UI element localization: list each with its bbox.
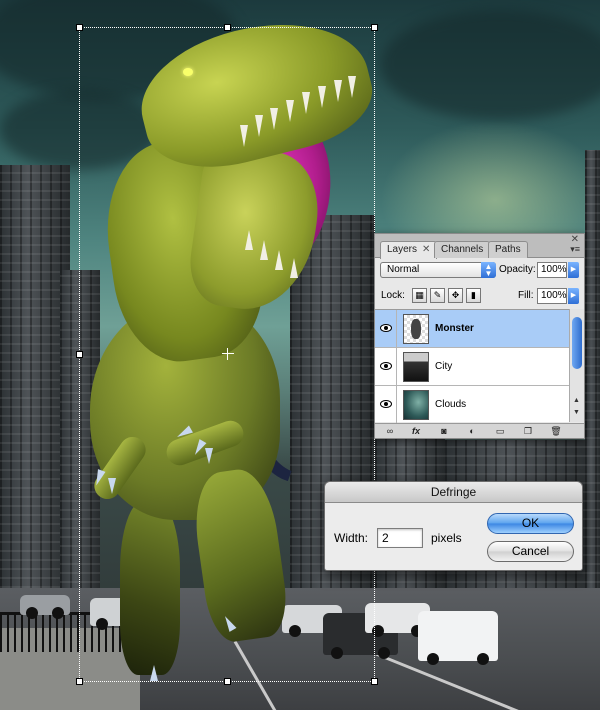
mask-icon[interactable]: ◙ xyxy=(437,425,451,437)
layer-thumbnail xyxy=(403,390,429,420)
panel-tab-bar: Layers ✕ Channels Paths ✕ ▾≡ xyxy=(375,234,584,259)
width-input[interactable]: 2 xyxy=(377,528,423,548)
cancel-button[interactable]: Cancel xyxy=(487,541,574,562)
lock-image-icon[interactable]: ✎ xyxy=(430,288,445,303)
lock-label: Lock: xyxy=(381,290,405,301)
tab-channels[interactable]: Channels xyxy=(434,241,491,258)
tab-layers[interactable]: Layers ✕ xyxy=(380,241,438,259)
lock-all-icon[interactable]: ▮ xyxy=(466,288,481,303)
fill-field[interactable]: 100% xyxy=(537,288,567,304)
panel-menu-icon[interactable]: ▾≡ xyxy=(570,244,580,255)
layer-name: Monster xyxy=(435,323,474,334)
layer-row-monster[interactable]: Monster xyxy=(375,310,569,348)
visibility-toggle[interactable] xyxy=(375,386,397,424)
scroll-up-icon[interactable]: ▲ xyxy=(573,397,580,404)
layer-thumbnail xyxy=(403,352,429,382)
car xyxy=(20,595,70,619)
layers-scrollbar[interactable]: ▲ ▼ xyxy=(569,309,584,422)
transform-handle[interactable] xyxy=(371,24,378,31)
link-icon[interactable]: ∞ xyxy=(383,425,397,437)
defringe-dialog: Defringe Width: 2 pixels OK Cancel xyxy=(324,481,583,571)
layer-name: Clouds xyxy=(435,399,467,410)
scroll-down-icon[interactable]: ▼ xyxy=(573,409,580,416)
layer-name: City xyxy=(435,361,453,372)
transform-handle[interactable] xyxy=(224,24,231,31)
tab-label: Channels xyxy=(441,244,484,255)
eye-icon xyxy=(380,362,392,370)
transform-handle[interactable] xyxy=(224,678,231,685)
layer-row-clouds[interactable]: Clouds xyxy=(375,386,569,424)
lock-position-icon[interactable]: ✥ xyxy=(448,288,463,303)
blend-mode-select[interactable]: Normal ▲ ▼ xyxy=(380,262,496,278)
unit-label: pixels xyxy=(431,531,462,545)
visibility-toggle[interactable] xyxy=(375,310,397,348)
lock-transparency-icon[interactable]: ▦ xyxy=(412,288,427,303)
tab-label: Paths xyxy=(495,244,521,255)
tab-paths[interactable]: Paths xyxy=(488,241,528,258)
transform-handle[interactable] xyxy=(76,24,83,31)
width-label: Width: xyxy=(334,531,369,545)
ok-button[interactable]: OK xyxy=(487,513,574,534)
blend-mode-value: Normal xyxy=(387,264,420,275)
new-layer-icon[interactable]: ❐ xyxy=(521,425,535,437)
car xyxy=(418,611,498,665)
transform-handle[interactable] xyxy=(76,351,83,358)
chevron-updown-icon: ▲ ▼ xyxy=(481,262,496,278)
visibility-toggle[interactable] xyxy=(375,348,397,386)
close-icon[interactable]: ✕ xyxy=(422,244,430,255)
layer-list: Monster City Clouds xyxy=(375,309,569,424)
storm-cloud xyxy=(380,10,600,120)
fill-label: Fill: xyxy=(518,290,534,301)
transform-handle[interactable] xyxy=(76,678,83,685)
layers-panel-footer: ∞ fx ◙ ◐ ▭ ❐ 🗑 xyxy=(375,423,584,438)
opacity-field[interactable]: 100% xyxy=(537,262,567,278)
dialog-title[interactable]: Defringe xyxy=(325,482,582,503)
transform-center-icon[interactable] xyxy=(222,348,234,360)
fx-icon[interactable]: fx xyxy=(409,425,423,437)
scroll-thumb[interactable] xyxy=(572,317,582,369)
eye-icon xyxy=(380,324,392,332)
layers-panel: Layers ✕ Channels Paths ✕ ▾≡ Normal ▲ ▼ Op… xyxy=(374,233,585,439)
transform-handle[interactable] xyxy=(371,678,378,685)
fill-dropdown-arrow[interactable]: ▶ xyxy=(568,288,579,304)
layer-thumbnail xyxy=(403,314,429,344)
group-icon[interactable]: ▭ xyxy=(493,425,507,437)
opacity-label: Opacity: xyxy=(499,264,536,275)
tab-label: Layers xyxy=(387,244,418,255)
layer-row-city[interactable]: City xyxy=(375,348,569,386)
trash-icon[interactable]: 🗑 xyxy=(549,425,563,437)
adjustment-icon[interactable]: ◐ xyxy=(465,425,479,437)
building xyxy=(585,150,600,610)
opacity-dropdown-arrow[interactable]: ▶ xyxy=(568,262,579,278)
eye-icon xyxy=(380,400,392,408)
